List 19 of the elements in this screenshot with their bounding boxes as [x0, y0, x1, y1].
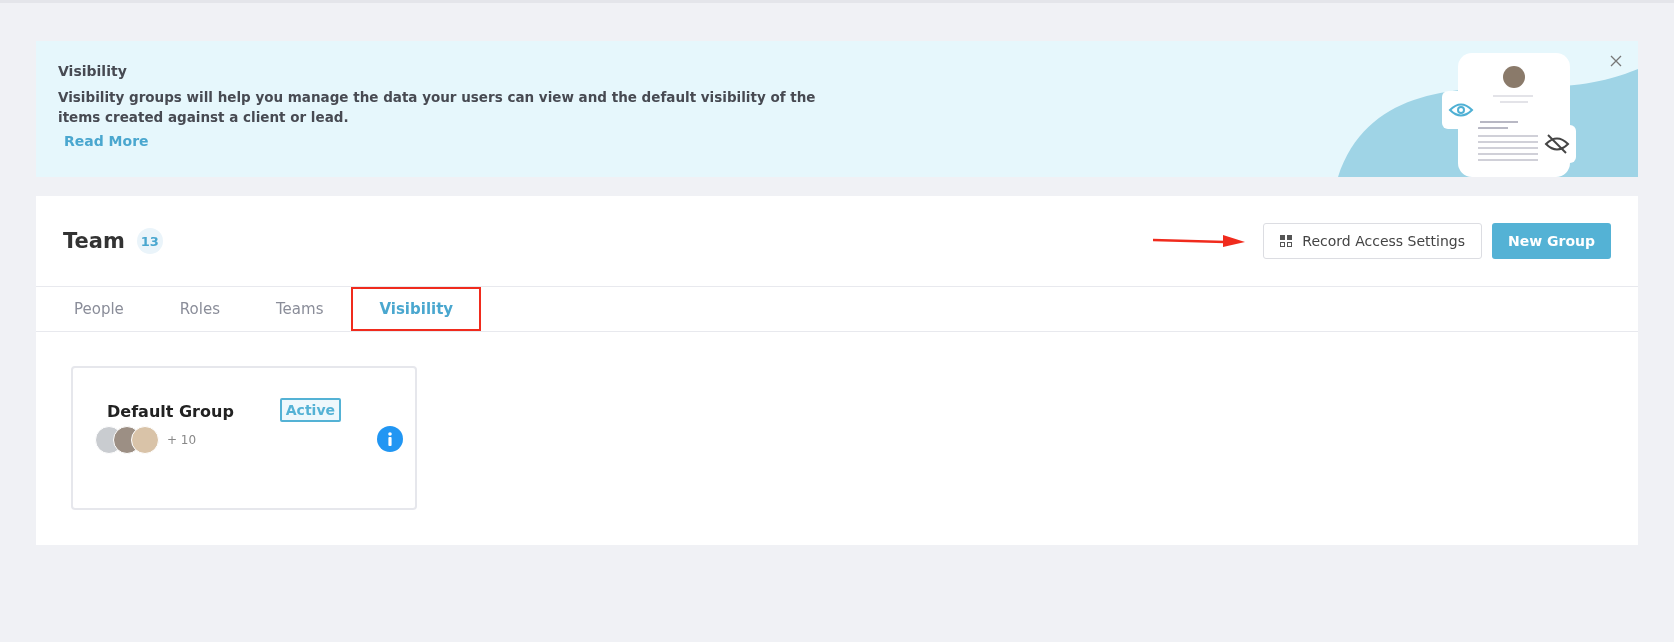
new-group-button[interactable]: New Group — [1491, 223, 1611, 259]
tab[interactable]: Teams — [248, 287, 352, 331]
banner-description: Visibility groups will help you manage the data your users can view and the default visibility of the items created against a client or lead. — [58, 88, 817, 127]
info-icon[interactable] — [377, 426, 403, 452]
tab[interactable]: Visibility — [351, 287, 482, 331]
group-name: Default Group — [107, 402, 234, 421]
grid-icon — [1280, 235, 1293, 247]
banner-title: Visibility — [58, 63, 128, 79]
read-more-link[interactable]: Read More — [64, 133, 149, 149]
close-button[interactable] — [1608, 53, 1624, 69]
avatar — [131, 426, 159, 454]
team-title: Team — [63, 229, 125, 253]
tab[interactable]: People — [46, 287, 152, 331]
tab[interactable]: Roles — [151, 287, 248, 331]
status-badge: Active — [279, 398, 341, 422]
more-members-count: + 10 — [167, 433, 197, 447]
group-card[interactable]: Default Group Active + 10 — [71, 366, 417, 510]
member-count-badge: 13 — [136, 228, 163, 254]
record-access-settings-button[interactable]: Record Access Settings — [1263, 223, 1482, 259]
